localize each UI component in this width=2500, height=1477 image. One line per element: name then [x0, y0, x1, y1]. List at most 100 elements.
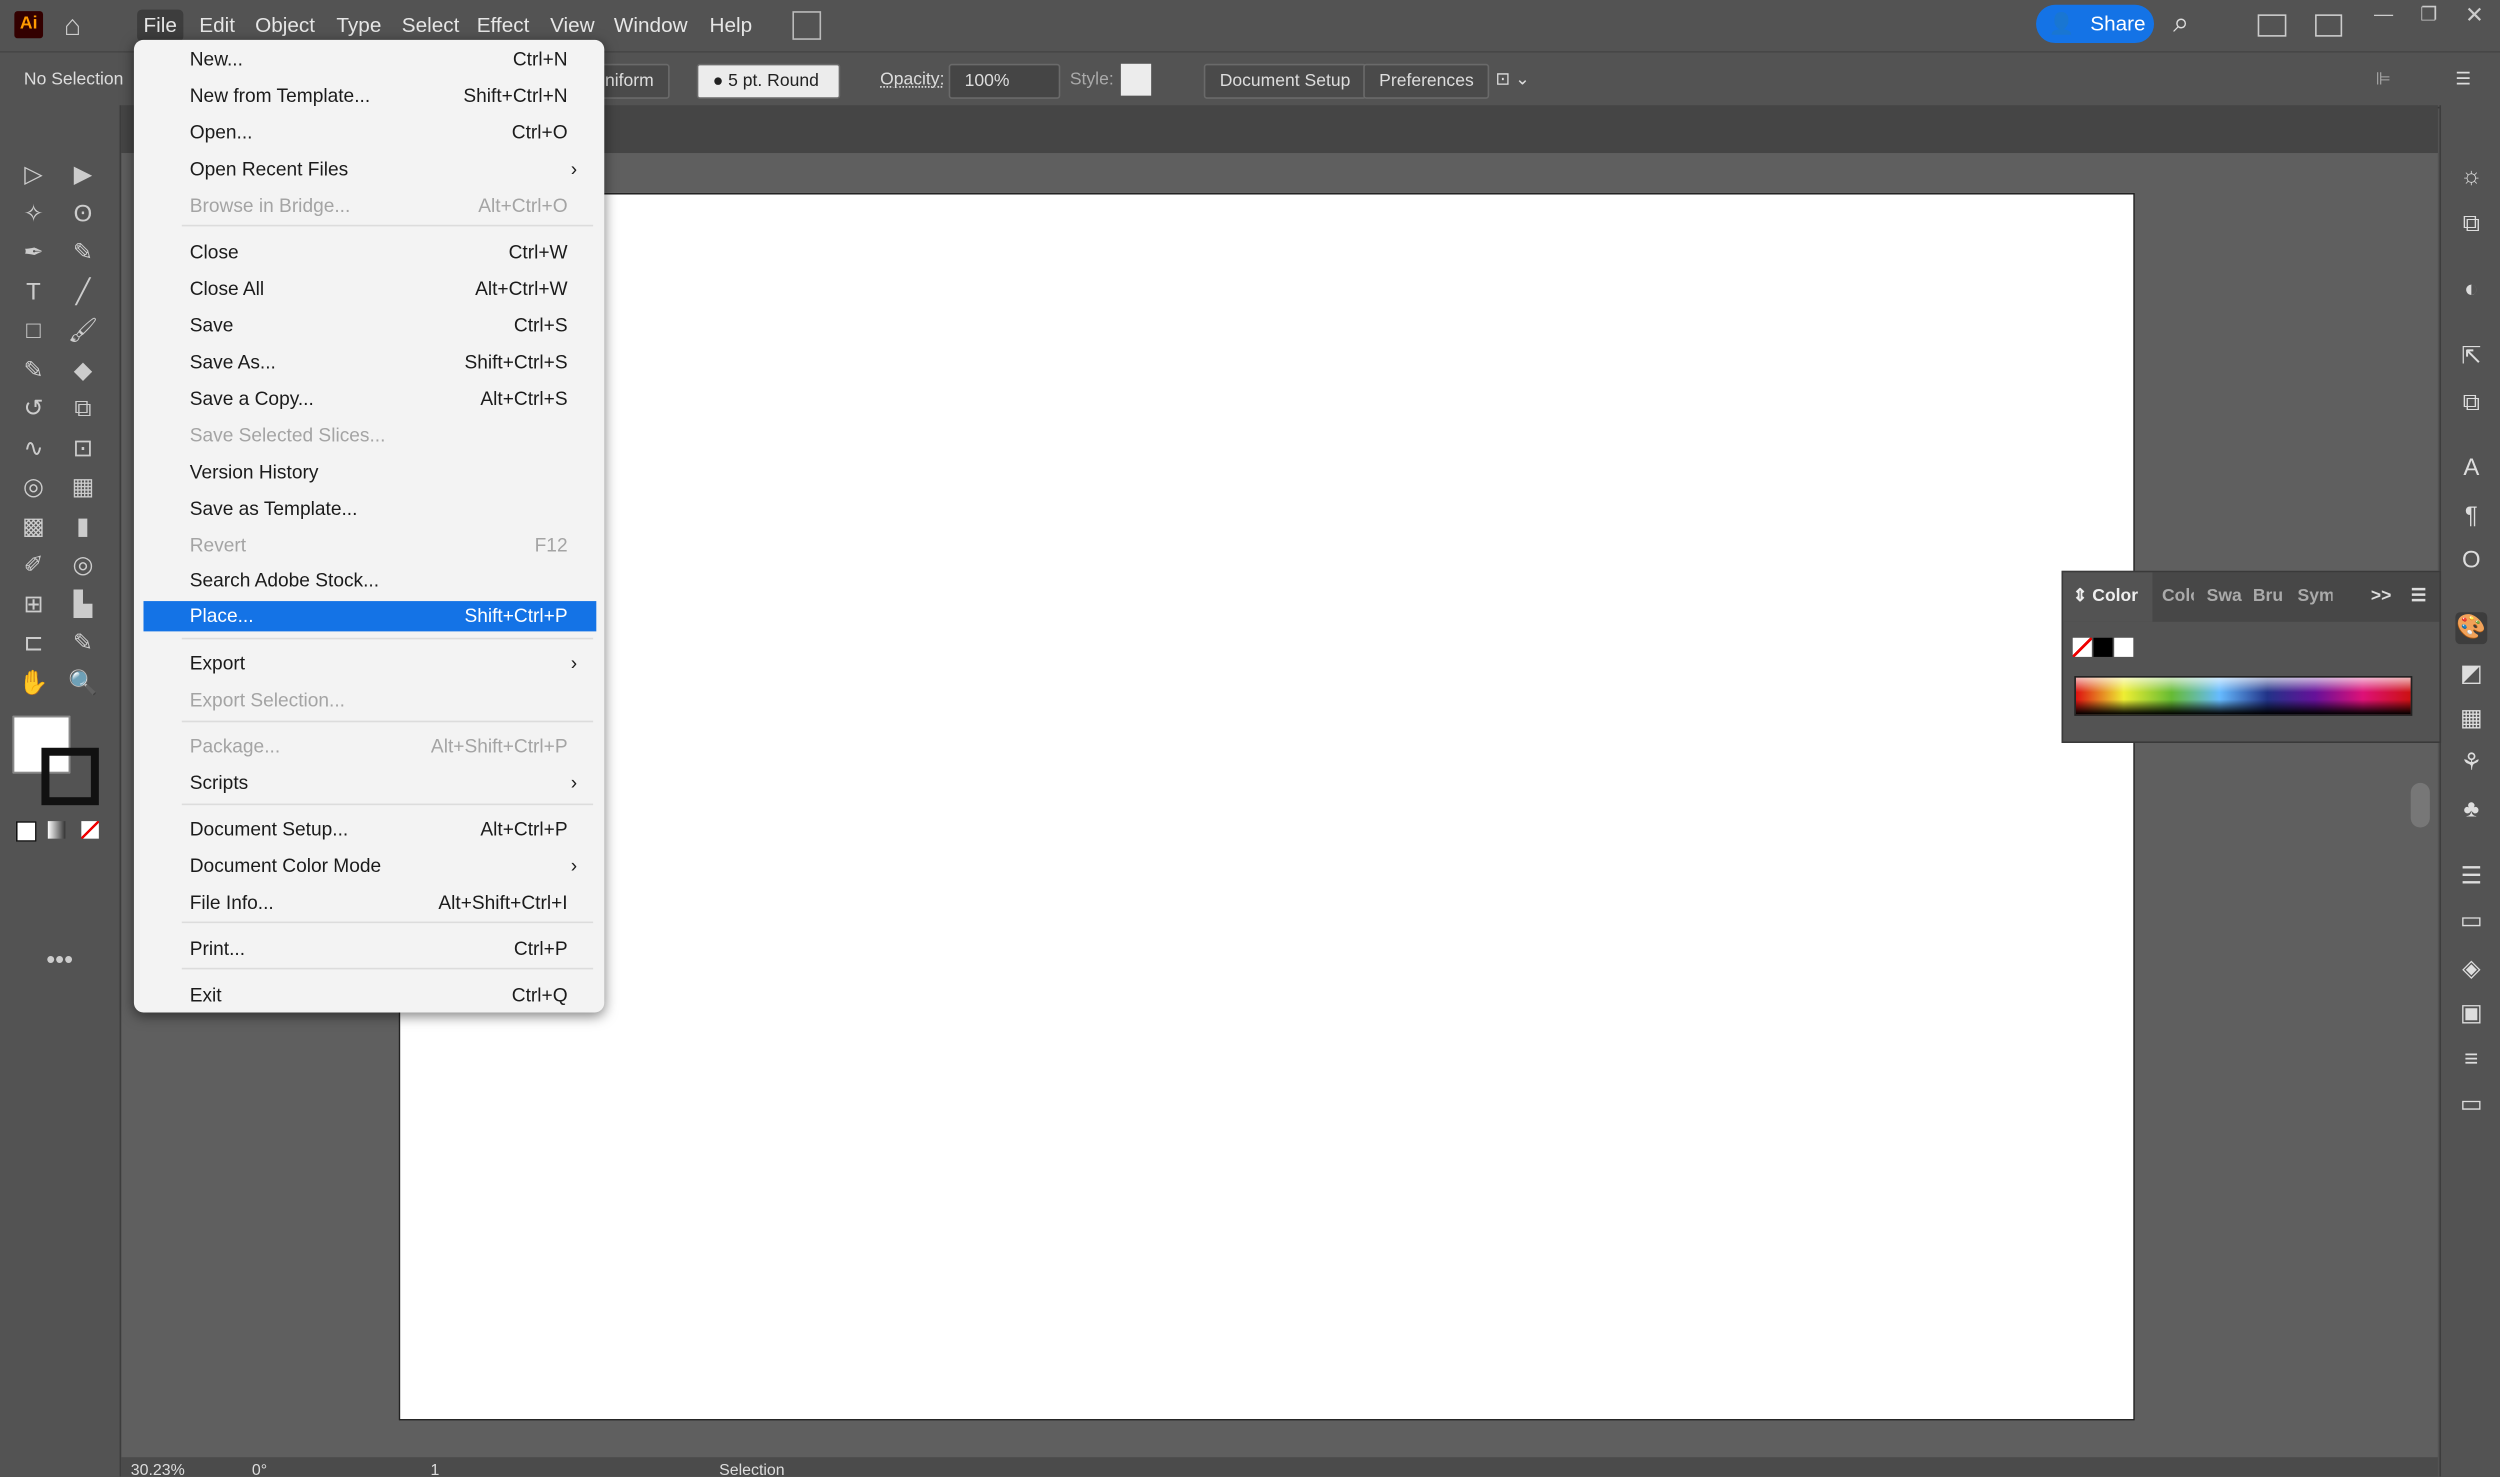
column-graph-tool-icon[interactable]: ▙ — [65, 588, 100, 623]
menu-item-export-selection[interactable]: Export Selection... — [143, 686, 596, 716]
tab-color[interactable]: ⇕ Color — [2063, 572, 2153, 622]
menu-item-version-history[interactable]: Version History — [143, 458, 596, 488]
arrange-documents-icon[interactable] — [792, 11, 822, 40]
zoom-tool-icon[interactable]: 🔍 — [65, 666, 100, 701]
black-swatch[interactable] — [2093, 637, 2113, 657]
menu-item-scripts[interactable]: Scripts › — [143, 769, 596, 799]
menu-item-close[interactable]: Close Ctrl+W — [143, 238, 596, 268]
menu-item-browse-in-bridge[interactable]: Browse in Bridge... Alt+Ctrl+O — [143, 191, 596, 221]
symbol-sprayer-tool-icon[interactable]: ⊞ — [16, 588, 51, 623]
none-swatch[interactable] — [2072, 637, 2092, 657]
share-button[interactable]: 👤 Share — [2036, 4, 2155, 44]
more-tools-icon[interactable]: ••• — [46, 947, 73, 976]
pathfinder-panel-icon[interactable]: ⧉ — [2455, 387, 2487, 419]
menu-item-save-as-template[interactable]: Save as Template... — [143, 494, 596, 524]
rectangle-tool-icon[interactable]: □ — [16, 314, 51, 349]
menu-item-exit[interactable]: Exit Ctrl+Q — [143, 981, 596, 1011]
current-tool-status[interactable]: Selection — [719, 1462, 785, 1476]
restore-button[interactable]: ❐ — [2420, 3, 2437, 25]
pen-tool-icon[interactable]: ✒ — [16, 236, 51, 271]
menu-item-document-color-mode[interactable]: Document Color Mode › — [143, 851, 596, 881]
selection-tool-icon[interactable]: ▷ — [16, 158, 51, 193]
menu-item-document-setup[interactable]: Document Setup... Alt+Ctrl+P — [143, 815, 596, 845]
opentype-panel-icon[interactable]: O — [2455, 545, 2487, 577]
align-icon[interactable]: ⊫ — [2376, 64, 2391, 96]
menu-item-file-info[interactable]: File Info... Alt+Shift+Ctrl+I — [143, 888, 596, 918]
artboard-field[interactable]: 1 — [430, 1462, 439, 1476]
menu-item-save-a-copy[interactable]: Save a Copy... Alt+Ctrl+S — [143, 384, 596, 414]
export-panel-icon[interactable]: ⇱ — [2455, 341, 2487, 373]
eyedropper-tool-icon[interactable]: ✐ — [16, 548, 51, 583]
menu-item-save-selected-slices[interactable]: Save Selected Slices... — [143, 421, 596, 451]
preferences-button[interactable]: Preferences — [1363, 63, 1490, 99]
home-icon[interactable]: ⌂ — [64, 10, 81, 43]
character-panel-icon[interactable]: A — [2455, 453, 2487, 485]
shaper-tool-icon[interactable]: ✎ — [16, 353, 51, 388]
menu-select[interactable]: Select — [395, 10, 465, 42]
stroke-swatch[interactable] — [41, 747, 99, 806]
warp-tool-icon[interactable]: ∿ — [16, 431, 51, 466]
line-tool-icon[interactable]: ╱ — [65, 275, 100, 310]
rotate-tool-icon[interactable]: ↺ — [16, 392, 51, 427]
tab-swatches[interactable]: Swa — [2207, 572, 2242, 621]
menu-item-search-adobe-stock[interactable]: Search Adobe Stock... — [143, 566, 596, 596]
perspective-grid-tool-icon[interactable]: ▦ — [65, 470, 100, 505]
screen-mode-icon[interactable] — [2315, 14, 2343, 37]
menu-item-save-as[interactable]: Save As... Shift+Ctrl+S — [143, 348, 596, 378]
minimize-button[interactable]: — — [2374, 3, 2393, 25]
asset-export-panel-icon[interactable]: ⧉ — [2455, 209, 2487, 241]
shape-builder-tool-icon[interactable]: ◎ — [16, 470, 51, 505]
menu-item-new-from-template[interactable]: New from Template... Shift+Ctrl+N — [143, 81, 596, 111]
menu-item-package[interactable]: Package... Alt+Shift+Ctrl+P — [143, 732, 596, 762]
zoom-field[interactable]: 30.23% — [131, 1462, 185, 1476]
style-swatch[interactable] — [1120, 63, 1152, 96]
menu-item-place[interactable]: Place... Shift+Ctrl+P — [143, 601, 597, 632]
type-tool-icon[interactable]: T — [16, 275, 51, 310]
paragraph-panel-icon[interactable]: ¶ — [2455, 501, 2487, 533]
menu-item-new[interactable]: New... Ctrl+N — [143, 45, 596, 75]
expand-icon[interactable]: >> — [2371, 572, 2392, 621]
magic-wand-tool-icon[interactable]: ✧ — [16, 197, 51, 232]
scale-tool-icon[interactable]: ⧉ — [65, 392, 100, 427]
free-transform-tool-icon[interactable]: ⊡ — [65, 431, 100, 466]
color-mode-gradient[interactable] — [47, 821, 66, 839]
lasso-tool-icon[interactable]: ʘ — [65, 197, 100, 232]
comments-panel-icon[interactable]: ▭ — [2455, 906, 2487, 938]
tab-symbols[interactable]: Syml — [2298, 572, 2333, 621]
menu-effect[interactable]: Effect — [470, 10, 535, 42]
menu-object[interactable]: Object — [249, 10, 322, 42]
artboard-tool-icon[interactable]: ⊏ — [16, 627, 51, 662]
close-button[interactable]: ✕ — [2465, 2, 2484, 29]
menu-item-export[interactable]: Export › — [143, 649, 596, 679]
menu-item-open-recent-files[interactable]: Open Recent Files › — [143, 155, 596, 185]
menu-window[interactable]: Window — [607, 10, 693, 42]
artboards-panel-icon[interactable]: ▣ — [2455, 998, 2487, 1030]
color-spectrum[interactable] — [2074, 676, 2413, 716]
blend-tool-icon[interactable]: ◎ — [65, 548, 100, 583]
direct-selection-tool-icon[interactable]: ▶ — [65, 158, 100, 193]
brightness-panel-icon[interactable]: ☼ — [2455, 161, 2487, 193]
document-setup-button[interactable]: Document Setup — [1203, 63, 1367, 99]
opacity-input[interactable]: 100% — [948, 63, 1061, 99]
color-mode-color[interactable] — [15, 821, 37, 842]
hand-tool-icon[interactable]: ✋ — [16, 666, 51, 701]
vertical-scrollbar-thumb[interactable] — [2410, 782, 2430, 828]
swatches-panel-icon[interactable]: ▦ — [2455, 703, 2487, 735]
gradient-panel-icon[interactable]: ▭ — [2455, 1089, 2487, 1121]
layers-panel-icon[interactable]: ◈ — [2455, 953, 2487, 985]
appearance-panel-icon[interactable]: ◐ — [2455, 274, 2487, 306]
properties-panel-icon[interactable]: ☰ — [2455, 861, 2487, 893]
select-similar-icon[interactable]: ⊡ ⌄ — [1496, 64, 1530, 96]
curvature-tool-icon[interactable]: ✎ — [65, 236, 100, 271]
white-swatch[interactable] — [2114, 637, 2134, 657]
search-icon[interactable]: ⌕ — [2173, 6, 2189, 39]
workspace-icon[interactable] — [2257, 14, 2287, 37]
tab-color-guide[interactable]: Colo — [2162, 572, 2194, 621]
menu-item-open[interactable]: Open... Ctrl+O — [143, 118, 596, 148]
color-guide-panel-icon[interactable]: ◩ — [2455, 658, 2487, 690]
gradient-tool-icon[interactable]: ▮ — [65, 509, 100, 544]
align-panel-icon[interactable]: ≡ — [2455, 1044, 2487, 1076]
menu-help[interactable]: Help — [703, 10, 758, 42]
mesh-tool-icon[interactable]: ▩ — [16, 509, 51, 544]
brushes-panel-icon[interactable]: ⚘ — [2455, 748, 2487, 780]
